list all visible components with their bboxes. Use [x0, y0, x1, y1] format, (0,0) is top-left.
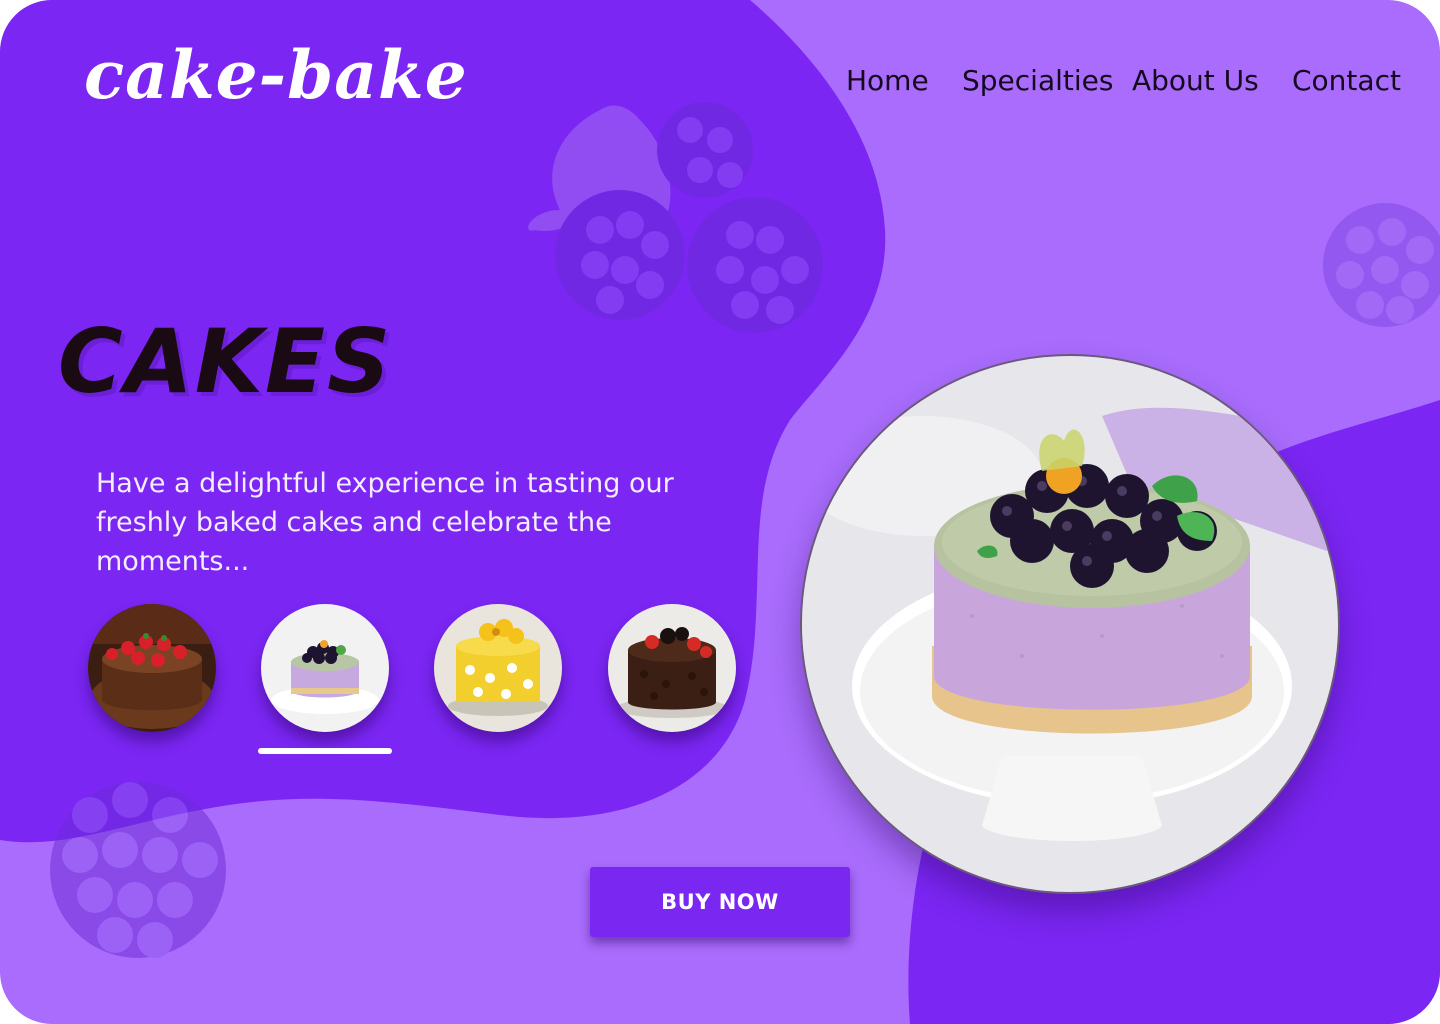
blackberry-mousse-cake-image: [802, 356, 1338, 892]
nav-home-link[interactable]: Home: [846, 64, 929, 98]
hero-description: Have a delightful experience in tasting …: [96, 468, 674, 577]
carousel-active-indicator: [258, 748, 392, 754]
hero-cake-image: [800, 354, 1340, 894]
buy-now-button[interactable]: BUY NOW: [590, 867, 850, 937]
nav-contact-link[interactable]: Contact: [1292, 64, 1401, 98]
landing-page: cake-bake Home Specialties About Us Cont…: [0, 0, 1440, 1024]
nav-about-link[interactable]: About Us: [1132, 64, 1259, 98]
blackberry-mousse-cake-icon[interactable]: [261, 604, 389, 732]
main-nav: Home Specialties About Us Contact: [0, 64, 1440, 104]
nav-specialties-link[interactable]: Specialties: [962, 64, 1113, 98]
yellow-flower-cake-icon[interactable]: [434, 604, 562, 732]
chocolate-strawberry-cake-icon[interactable]: [88, 604, 216, 732]
hero-heading: CAKES: [58, 310, 393, 413]
chocolate-oreo-cake-icon[interactable]: [608, 604, 736, 732]
